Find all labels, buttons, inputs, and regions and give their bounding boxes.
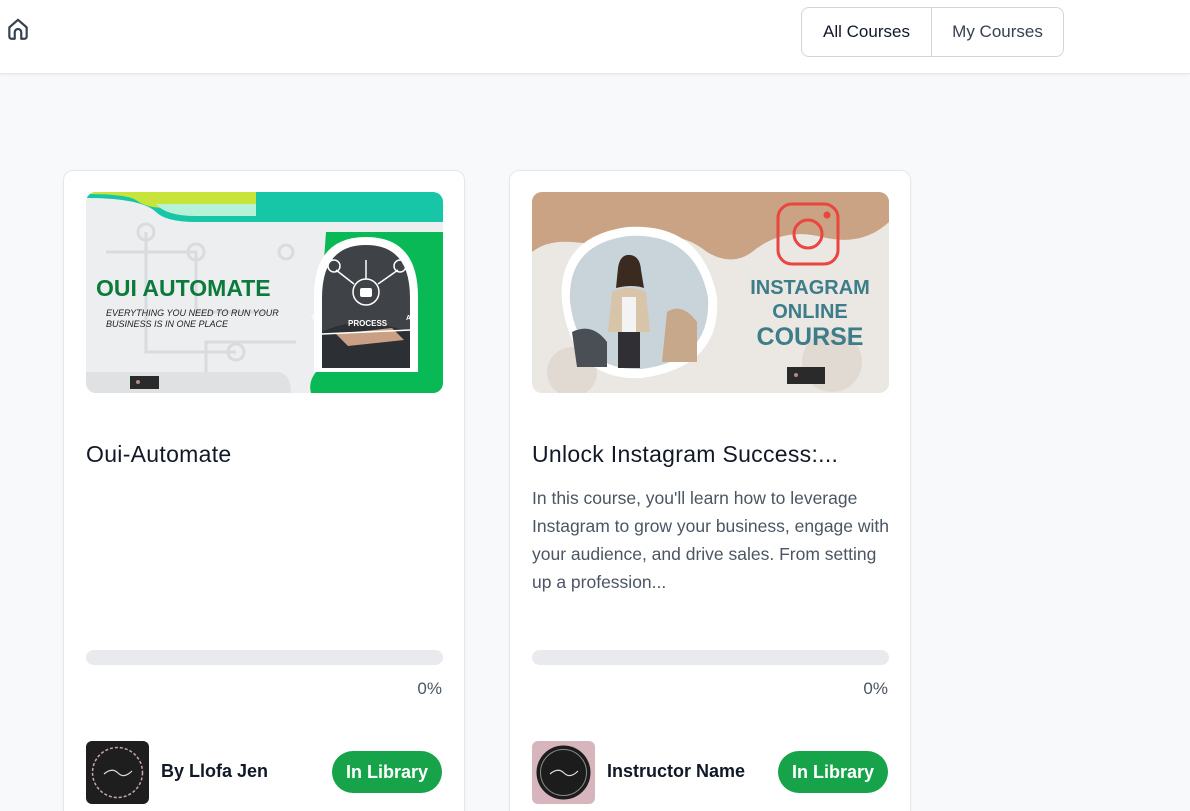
thumbnail-line-2: ONLINE [772,301,848,323]
thumbnail-tagline-1: EVERYTHING YOU NEED TO RUN YOUR [106,308,279,318]
course-description: In this course, you'll learn how to leve… [532,488,889,592]
author-avatar [86,741,149,804]
course-title[interactable]: Unlock Instagram Success:... [532,441,889,468]
in-library-button[interactable]: In Library [778,751,888,793]
home-button[interactable] [4,15,32,43]
thumbnail-tagline-2: BUSINESS IS IN ONE PLACE [106,319,229,329]
thumbnail-left-word: TIC [311,315,322,322]
progress-bar [86,650,443,665]
top-bar: All Courses My Courses [0,0,1190,74]
course-thumbnail[interactable]: INSTAGRAM ONLINE COURSE [532,192,889,393]
course-filter-toggle: All Courses My Courses [801,7,1064,57]
progress-label: 0% [863,679,888,698]
course-card: INSTAGRAM ONLINE COURSE Unlock Instagram… [509,170,911,811]
author-name: Instructor Name [607,761,746,781]
thumbnail-line-3: COURSE [757,323,864,351]
progress-bar [532,650,889,665]
in-library-button[interactable]: In Library [332,751,442,793]
thumbnail-headline: OUI AUTOMATE [96,275,271,301]
progress-label: 0% [417,679,442,698]
author-name: By Llofa Jen [161,761,269,781]
course-card: PROCESS TIC AU OUI AUTOMATE EVERYTHING Y… [63,170,465,811]
course-title[interactable]: Oui-Automate [86,441,443,468]
thumbnail-right-word: AU [406,315,416,322]
thumbnail-process-word: PROCESS [348,319,388,328]
course-thumbnail[interactable]: PROCESS TIC AU OUI AUTOMATE EVERYTHING Y… [86,192,443,393]
thumbnail-line-1: INSTAGRAM [750,277,870,299]
tab-my-courses[interactable]: My Courses [931,8,1063,56]
author-avatar [532,741,595,804]
tab-all-courses[interactable]: All Courses [802,8,931,56]
home-icon [8,18,28,40]
